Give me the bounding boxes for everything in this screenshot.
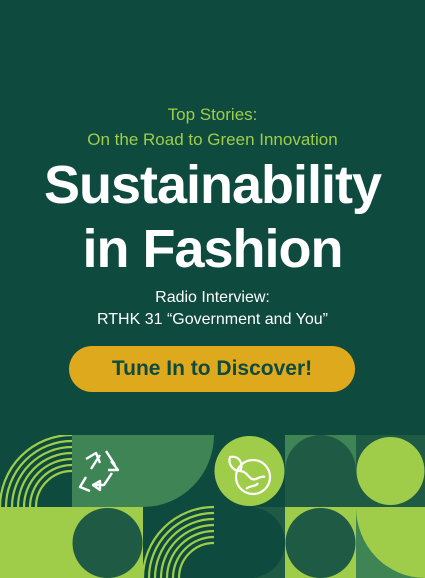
- decorative-pattern: [0, 435, 425, 578]
- arch-shape: [285, 435, 356, 507]
- row2-half-shape: [214, 507, 285, 578]
- row2-tile-3: [143, 507, 214, 578]
- kicker-line-2: On the Road to Green Innovation: [87, 130, 338, 149]
- light-circle-shape: [356, 437, 425, 505]
- promo-card: Top Stories: On the Road to Green Innova…: [0, 0, 425, 578]
- row2-circle-5: [285, 508, 356, 578]
- row2-circle-1: [1, 508, 71, 578]
- kicker-line-1: Top Stories:: [167, 105, 258, 124]
- headline-line-1: Sustainability: [43, 155, 382, 215]
- subtitle-line-1: Radio Interview:: [155, 289, 270, 306]
- tune-in-button[interactable]: Tune In to Discover!: [69, 346, 355, 392]
- recycle-tile: [72, 435, 143, 507]
- arcs-tile: [0, 435, 73, 508]
- row2-circle-2: [72, 508, 143, 578]
- headline-line-2: in Fashion: [82, 219, 344, 279]
- globe-circle: [214, 436, 285, 506]
- subtitle-line-2: RTHK 31 “Government and You”: [97, 311, 328, 328]
